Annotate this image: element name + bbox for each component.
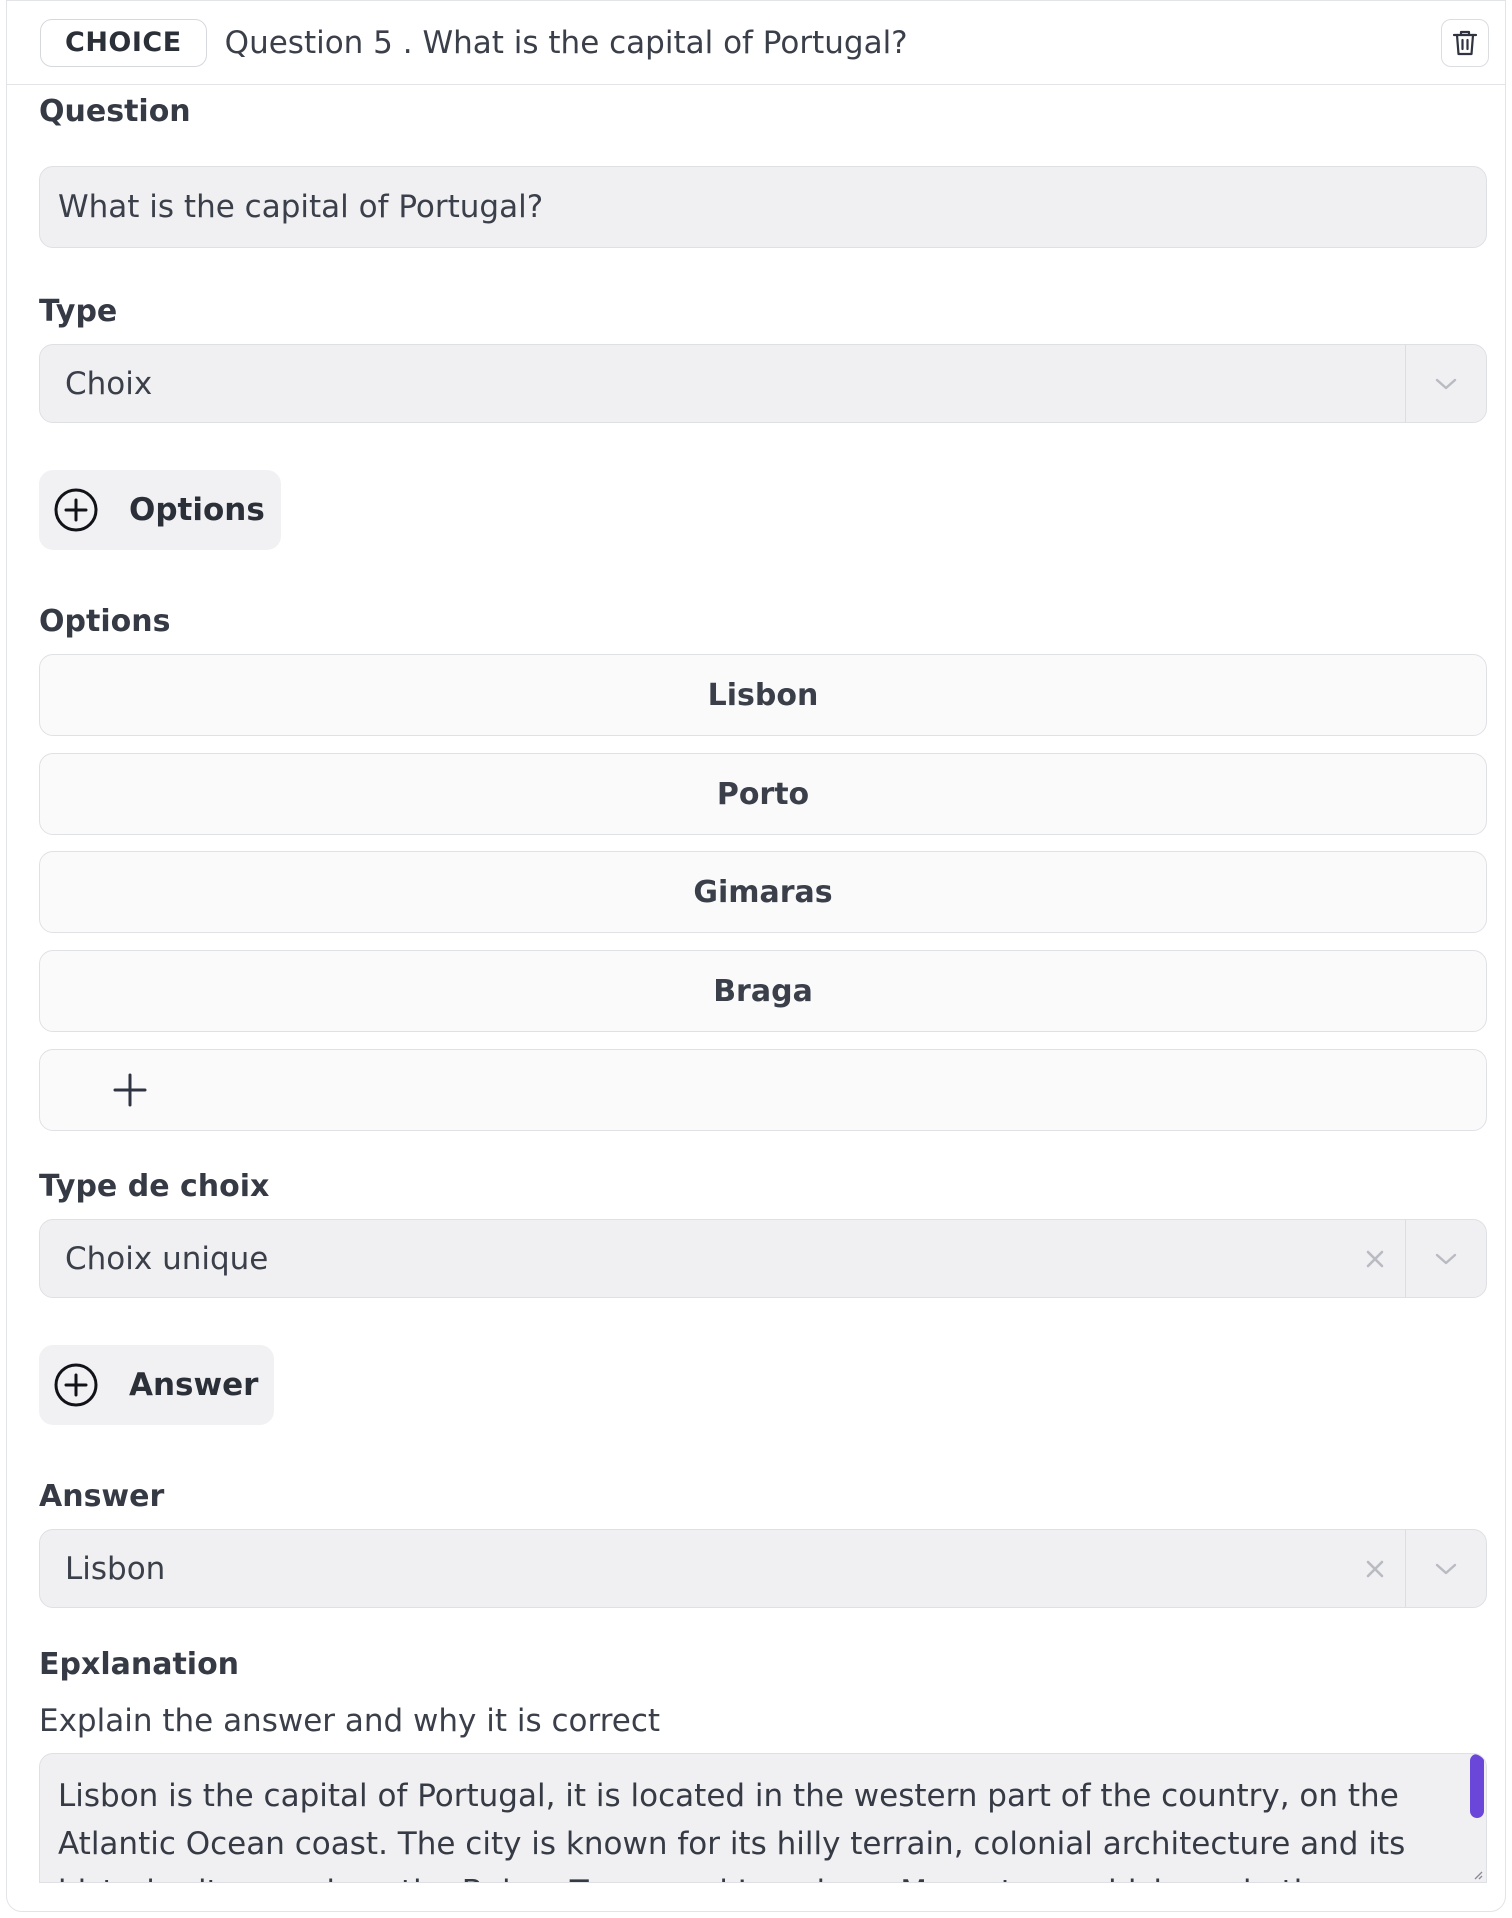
close-icon [1366, 1250, 1384, 1267]
type-select-value: Choix [65, 365, 153, 402]
chevron-down-icon [1435, 1253, 1457, 1264]
delete-button[interactable] [1441, 19, 1489, 67]
question-input-value: What is the capital of Portugal? [58, 189, 544, 225]
trash-icon [1452, 30, 1478, 56]
choice-type-select[interactable]: Choix unique [39, 1219, 1487, 1298]
question-label: Question [39, 94, 191, 129]
plus-icon [113, 1073, 147, 1107]
explanation-textarea[interactable]: Lisbon is the capital of Portugal, it is… [39, 1753, 1487, 1883]
clear-answer-button[interactable] [1345, 1530, 1405, 1607]
add-options-label: Options [129, 492, 265, 528]
options-label: Options [39, 604, 171, 639]
question-card: CHOICE Question 5 . What is the capital … [6, 0, 1506, 1912]
choice-type-value: Choix unique [65, 1240, 269, 1277]
type-select[interactable]: Choix [39, 344, 1487, 423]
type-label: Type [39, 294, 118, 329]
option-item[interactable]: Lisbon [39, 654, 1487, 736]
plus-circle-icon [54, 488, 98, 532]
question-input[interactable]: What is the capital of Portugal? [39, 166, 1487, 248]
question-title: Question 5 . What is the capital of Port… [224, 24, 908, 61]
add-answer-button[interactable]: Answer [39, 1345, 275, 1425]
scrollbar-thumb[interactable] [1470, 1754, 1484, 1818]
answer-dropdown-toggle[interactable] [1405, 1530, 1486, 1607]
explanation-text: Lisbon is the capital of Portugal, it is… [58, 1778, 1406, 1882]
explanation-hint: Explain the answer and why it is correct [39, 1703, 661, 1739]
add-options-button[interactable]: Options [39, 470, 281, 550]
add-option-row[interactable] [39, 1049, 1487, 1131]
clear-choice-type-button[interactable] [1345, 1220, 1405, 1297]
plus-circle-icon [54, 1363, 98, 1407]
type-badge: CHOICE [40, 18, 207, 67]
add-answer-label: Answer [129, 1367, 259, 1403]
answer-select[interactable]: Lisbon [39, 1529, 1487, 1608]
option-item[interactable]: Gimaras [39, 851, 1487, 933]
answer-label: Answer [39, 1479, 165, 1514]
type-dropdown-toggle[interactable] [1405, 345, 1486, 422]
explanation-label: Epxlanation [39, 1647, 240, 1682]
close-icon [1366, 1560, 1384, 1577]
question-header: CHOICE Question 5 . What is the capital … [7, 1, 1505, 85]
answer-select-value: Lisbon [65, 1550, 166, 1587]
chevron-down-icon [1435, 378, 1457, 389]
option-item[interactable]: Braga [39, 950, 1487, 1032]
choice-type-label: Type de choix [39, 1169, 270, 1204]
option-item[interactable]: Porto [39, 753, 1487, 835]
resize-handle-icon[interactable] [1473, 1870, 1483, 1880]
chevron-down-icon [1435, 1563, 1457, 1574]
choice-type-dropdown-toggle[interactable] [1405, 1220, 1486, 1297]
